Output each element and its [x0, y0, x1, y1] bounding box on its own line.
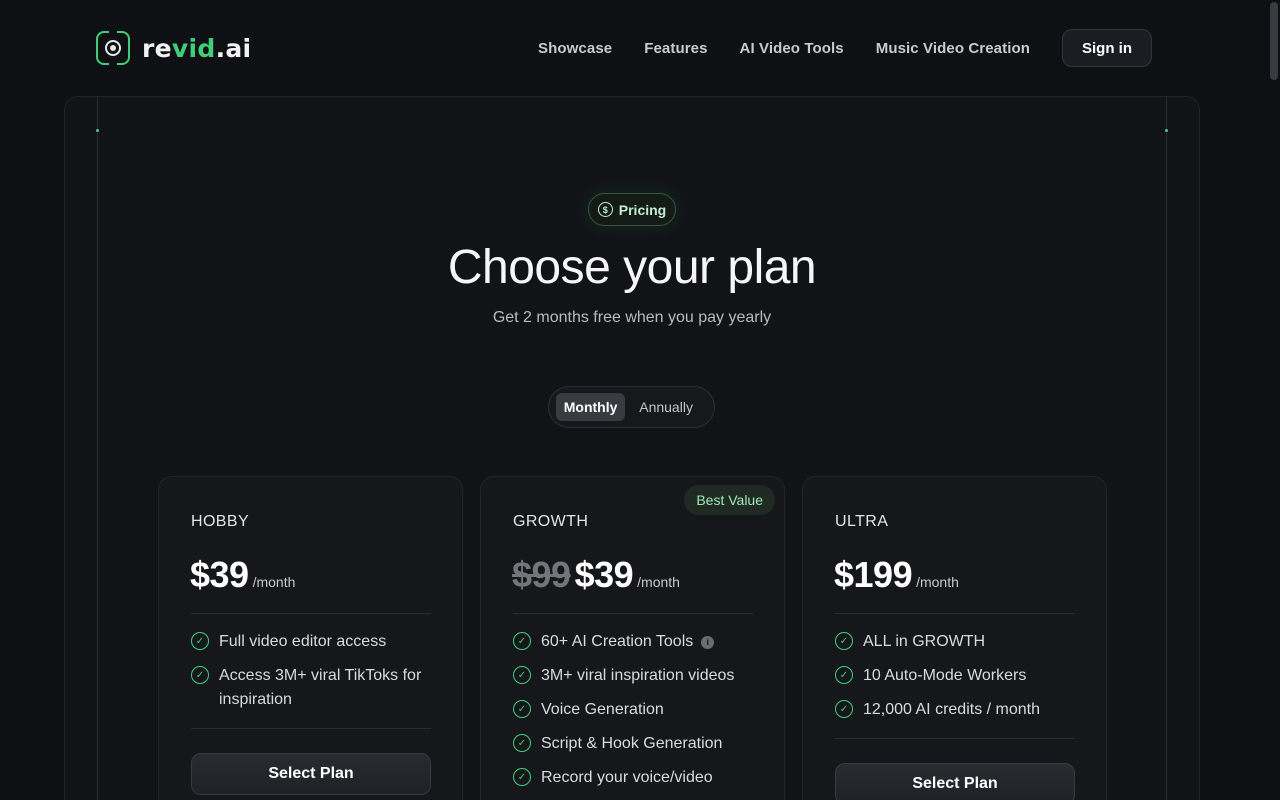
check-circle-icon: ✓ [835, 632, 853, 650]
check-circle-icon: ✓ [835, 700, 853, 718]
feature-item: ✓ Script & Hook Generation [513, 732, 758, 756]
toggle-monthly[interactable]: Monthly [556, 393, 626, 421]
guide-dot-left [96, 129, 99, 132]
page-title: Choose your plan [447, 241, 817, 294]
feature-item: ✓ ALL in GROWTH [835, 630, 1080, 654]
feature-item: ✓ Record your voice/video [513, 766, 758, 790]
price-period: /month [252, 574, 296, 590]
pricing-pill-label: Pricing [618, 201, 667, 218]
frame-guide-left [97, 96, 98, 800]
feature-item: ✓ Voice Generation [513, 698, 758, 722]
check-circle-icon: ✓ [513, 632, 531, 650]
feature-list: ✓ 60+ AI Creation Tools i ✓ 3M+ viral ins… [513, 630, 758, 800]
sign-in-button[interactable]: Sign in [1062, 29, 1152, 67]
pricing-pill: $ Pricing [588, 193, 676, 226]
card-divider [191, 613, 431, 614]
pricing-page: revid.ai Showcase Features AI Video Tool… [0, 0, 1280, 800]
nav-ai-video-tools[interactable]: AI Video Tools [740, 40, 844, 57]
select-plan-ultra-button[interactable]: Select Plan [835, 763, 1075, 800]
card-divider [191, 728, 431, 729]
plan-card-hobby: HOBBY $39 /month ✓ Full video editor acc… [158, 476, 463, 800]
logo-wordmark: revid.ai [142, 33, 252, 63]
price-row: $199 /month [834, 554, 959, 596]
check-circle-icon: ✓ [191, 632, 209, 650]
feature-item: ✓ 10 Auto-Mode Workers [835, 664, 1080, 688]
plan-card-ultra: ULTRA $199 /month ✓ ALL in GROWTH ✓ 10 A… [802, 476, 1107, 800]
guide-dot-right [1165, 129, 1168, 132]
best-value-badge: Best Value [684, 485, 775, 515]
toggle-annually[interactable]: Annually [625, 393, 707, 421]
check-circle-icon: ✓ [513, 666, 531, 684]
feature-item: ✓ Full video editor access [191, 630, 436, 654]
frame-guide-right [1166, 96, 1167, 800]
logo-camera-icon [96, 29, 130, 67]
top-header: revid.ai Showcase Features AI Video Tool… [0, 0, 1280, 96]
nav-features[interactable]: Features [644, 40, 707, 57]
plan-price: $39 [190, 554, 249, 595]
plan-name: GROWTH [513, 513, 589, 530]
plan-name: HOBBY [191, 513, 250, 530]
original-price: $99 [512, 554, 571, 595]
main-nav: Showcase Features AI Video Tools Music V… [538, 29, 1152, 67]
page-scrollbar[interactable] [1270, 2, 1278, 80]
price-row: $39 /month [190, 554, 295, 596]
billing-toggle: Monthly Annually [548, 386, 715, 428]
dollar-icon: $ [597, 202, 613, 217]
card-divider [835, 738, 1075, 739]
check-circle-icon: ✓ [513, 768, 531, 786]
plan-card-growth: Best Value GROWTH $99 $39 /month ✓ 60+ A… [480, 476, 785, 800]
select-plan-hobby-button[interactable]: Select Plan [191, 753, 431, 795]
nav-music-video-creation[interactable]: Music Video Creation [876, 40, 1030, 57]
price-row: $99 $39 /month [512, 554, 680, 596]
feature-list: ✓ Full video editor access ✓ Access 3M+ … [191, 630, 436, 722]
plan-name: ULTRA [835, 513, 889, 530]
check-circle-icon: ✓ [835, 666, 853, 684]
feature-item: ✓ 12,000 AI credits / month [835, 698, 1080, 722]
page-subtitle: Get 2 months free when you pay yearly [492, 309, 772, 326]
price-period: /month [637, 574, 680, 590]
feature-item: ✓ 60+ AI Creation Tools i [513, 630, 758, 654]
plan-price: $199 [834, 554, 913, 595]
plan-price: $39 [574, 554, 634, 595]
nav-showcase[interactable]: Showcase [538, 40, 612, 57]
logo-eye-icon [105, 40, 121, 56]
feature-list: ✓ ALL in GROWTH ✓ 10 Auto-Mode Workers ✓… [835, 630, 1080, 732]
card-divider [513, 613, 753, 614]
price-period: /month [916, 574, 959, 590]
feature-item: ✓ 3M+ viral inspiration videos [513, 664, 758, 688]
info-icon[interactable]: i [701, 635, 715, 649]
card-divider [835, 613, 1075, 614]
check-circle-icon: ✓ [191, 666, 209, 684]
check-circle-icon: ✓ [513, 734, 531, 752]
revid-logo[interactable]: revid.ai [96, 29, 252, 67]
check-circle-icon: ✓ [513, 700, 531, 718]
feature-item: ✓ Access 3M+ viral TikToks for inspirati… [191, 664, 436, 712]
